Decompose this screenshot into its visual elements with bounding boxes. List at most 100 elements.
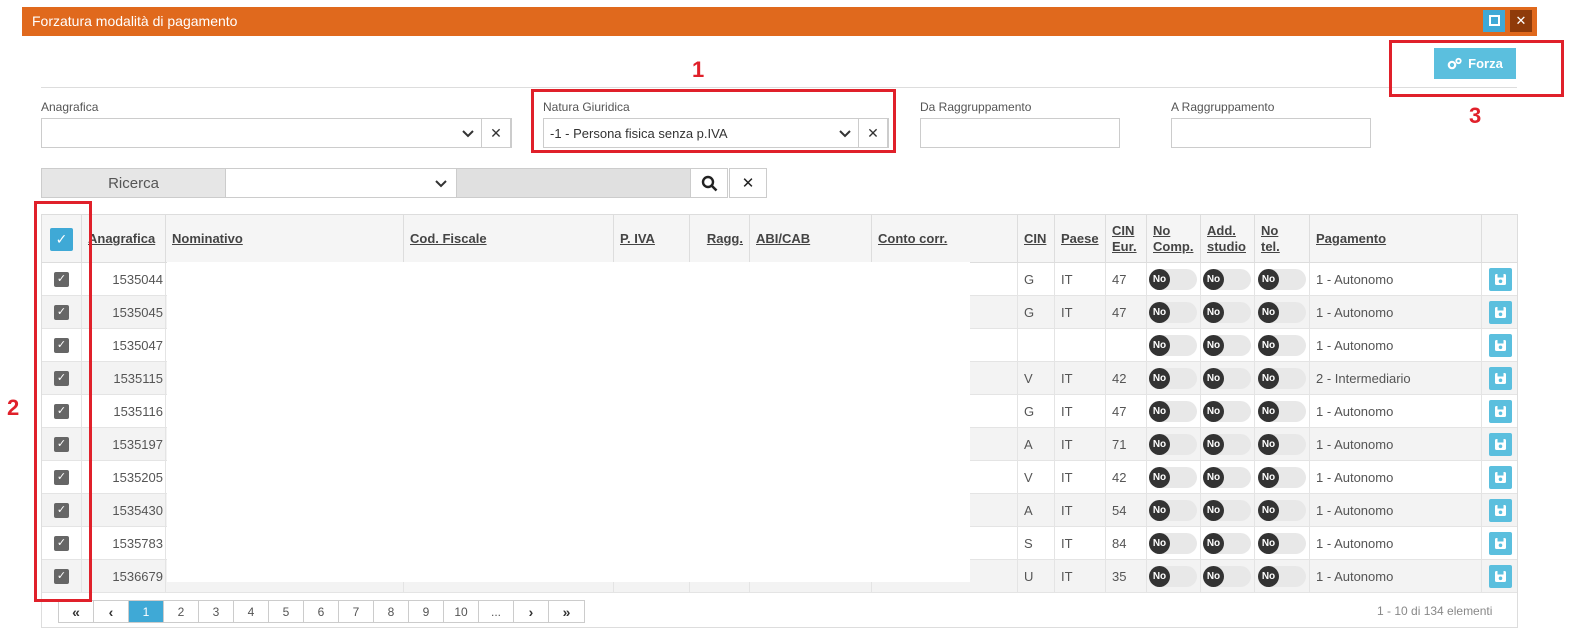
save-icon	[1495, 472, 1506, 483]
no-tel-toggle[interactable]: No	[1258, 467, 1306, 488]
prev-page-button[interactable]: ‹	[94, 601, 129, 622]
add-studio-toggle[interactable]: No	[1203, 566, 1251, 587]
no-comp-toggle[interactable]: No	[1149, 533, 1197, 554]
no-comp-toggle[interactable]: No	[1149, 500, 1197, 521]
page-button[interactable]: 6	[304, 601, 339, 622]
first-page-button[interactable]: «	[59, 601, 94, 622]
save-row-button[interactable]	[1489, 565, 1512, 588]
page-button[interactable]: 9	[409, 601, 444, 622]
page-button[interactable]: 8	[374, 601, 409, 622]
page-button[interactable]: 7	[339, 601, 374, 622]
col-paese[interactable]: Paese	[1055, 215, 1106, 263]
col-abi-cab[interactable]: ABI/CAB	[750, 215, 872, 263]
col-add-studio[interactable]: Add. studio	[1201, 215, 1255, 263]
search-field-combo[interactable]	[225, 168, 457, 198]
no-tel-toggle[interactable]: No	[1258, 335, 1306, 356]
save-row-button[interactable]	[1489, 334, 1512, 357]
page-button[interactable]: 10	[444, 601, 479, 622]
no-tel-toggle[interactable]: No	[1258, 500, 1306, 521]
last-page-button[interactable]: »	[549, 601, 584, 622]
no-tel-toggle[interactable]: No	[1258, 269, 1306, 290]
a-raggruppamento-input[interactable]	[1171, 118, 1371, 148]
col-piva[interactable]: P. IVA	[614, 215, 690, 263]
search-input[interactable]	[456, 168, 691, 198]
anagrafica-combo[interactable]: ✕	[41, 118, 512, 148]
cell-paese: IT	[1055, 560, 1106, 593]
save-icon	[1495, 373, 1506, 384]
search-clear-button[interactable]: ✕	[729, 168, 767, 198]
search-button[interactable]	[690, 168, 728, 198]
no-comp-toggle[interactable]: No	[1149, 302, 1197, 323]
col-cin[interactable]: CIN	[1018, 215, 1055, 263]
add-studio-toggle[interactable]: No	[1203, 335, 1251, 356]
add-studio-toggle[interactable]: No	[1203, 533, 1251, 554]
col-ragg[interactable]: Ragg.	[690, 215, 750, 263]
toggle-knob: No	[1149, 500, 1170, 521]
col-pagamento[interactable]: Pagamento	[1310, 215, 1482, 263]
page-button[interactable]: 5	[269, 601, 304, 622]
cell-pagamento: 1 - Autonomo	[1310, 395, 1482, 428]
col-anagrafica[interactable]: Anagrafica	[82, 215, 166, 263]
no-tel-toggle[interactable]: No	[1258, 566, 1306, 587]
no-comp-toggle[interactable]: No	[1149, 401, 1197, 422]
page-button[interactable]: 1	[129, 601, 164, 622]
cell-pagamento: 2 - Intermediario	[1310, 362, 1482, 395]
col-conto-corr[interactable]: Conto corr.	[872, 215, 1018, 263]
no-comp-toggle[interactable]: No	[1149, 566, 1197, 587]
cell-paese: IT	[1055, 395, 1106, 428]
save-row-button[interactable]	[1489, 268, 1512, 291]
anagrafica-clear-button[interactable]: ✕	[481, 118, 511, 148]
add-studio-toggle[interactable]: No	[1203, 467, 1251, 488]
page-button[interactable]: 4	[234, 601, 269, 622]
toggle-knob: No	[1258, 269, 1279, 290]
page-button[interactable]: 2	[164, 601, 199, 622]
add-studio-toggle[interactable]: No	[1203, 269, 1251, 290]
save-row-button[interactable]	[1489, 499, 1512, 522]
add-studio-toggle[interactable]: No	[1203, 500, 1251, 521]
no-comp-toggle[interactable]: No	[1149, 335, 1197, 356]
col-no-comp[interactable]: No Comp.	[1147, 215, 1201, 263]
col-cin-eur[interactable]: CIN Eur.	[1106, 215, 1147, 263]
col-nominativo[interactable]: Nominativo	[166, 215, 404, 263]
save-row-button[interactable]	[1489, 301, 1512, 324]
no-tel-toggle[interactable]: No	[1258, 434, 1306, 455]
col-label: Add. studio	[1207, 223, 1246, 254]
next-page-button[interactable]: ›	[514, 601, 549, 622]
save-row-button[interactable]	[1489, 466, 1512, 489]
no-tel-toggle[interactable]: No	[1258, 302, 1306, 323]
add-studio-toggle[interactable]: No	[1203, 434, 1251, 455]
save-row-button[interactable]	[1489, 367, 1512, 390]
save-row-button[interactable]	[1489, 433, 1512, 456]
save-icon	[1495, 406, 1506, 417]
add-studio-toggle[interactable]: No	[1203, 368, 1251, 389]
toggle-knob: No	[1258, 368, 1279, 389]
window-title: Forzatura modalità di pagamento	[32, 13, 238, 29]
close-button[interactable]: ✕	[1510, 10, 1532, 32]
col-cod-fiscale[interactable]: Cod. Fiscale	[404, 215, 614, 263]
col-no-tel[interactable]: No tel.	[1255, 215, 1310, 263]
maximize-button[interactable]	[1483, 10, 1505, 32]
no-comp-toggle[interactable]: No	[1149, 368, 1197, 389]
no-tel-toggle[interactable]: No	[1258, 401, 1306, 422]
no-tel-toggle[interactable]: No	[1258, 533, 1306, 554]
save-row-button[interactable]	[1489, 532, 1512, 555]
da-raggruppamento-input[interactable]	[920, 118, 1120, 148]
col-label: CIN Eur.	[1112, 223, 1137, 254]
cell-add-studio: No	[1201, 395, 1255, 428]
cell-anagrafica: 1535047	[82, 329, 166, 362]
cell-add-studio: No	[1201, 428, 1255, 461]
cell-cin-eur: 47	[1106, 296, 1147, 329]
no-comp-toggle[interactable]: No	[1149, 434, 1197, 455]
no-comp-toggle[interactable]: No	[1149, 269, 1197, 290]
add-studio-toggle[interactable]: No	[1203, 302, 1251, 323]
page-button[interactable]: 3	[199, 601, 234, 622]
save-row-button[interactable]	[1489, 400, 1512, 423]
add-studio-toggle[interactable]: No	[1203, 401, 1251, 422]
toggle-knob: No	[1258, 467, 1279, 488]
toggle-knob: No	[1258, 401, 1279, 422]
cell-cin: V	[1018, 461, 1055, 494]
page-button[interactable]: ...	[479, 601, 514, 622]
no-tel-toggle[interactable]: No	[1258, 368, 1306, 389]
no-comp-toggle[interactable]: No	[1149, 467, 1197, 488]
cell-no-tel: No	[1255, 560, 1310, 593]
